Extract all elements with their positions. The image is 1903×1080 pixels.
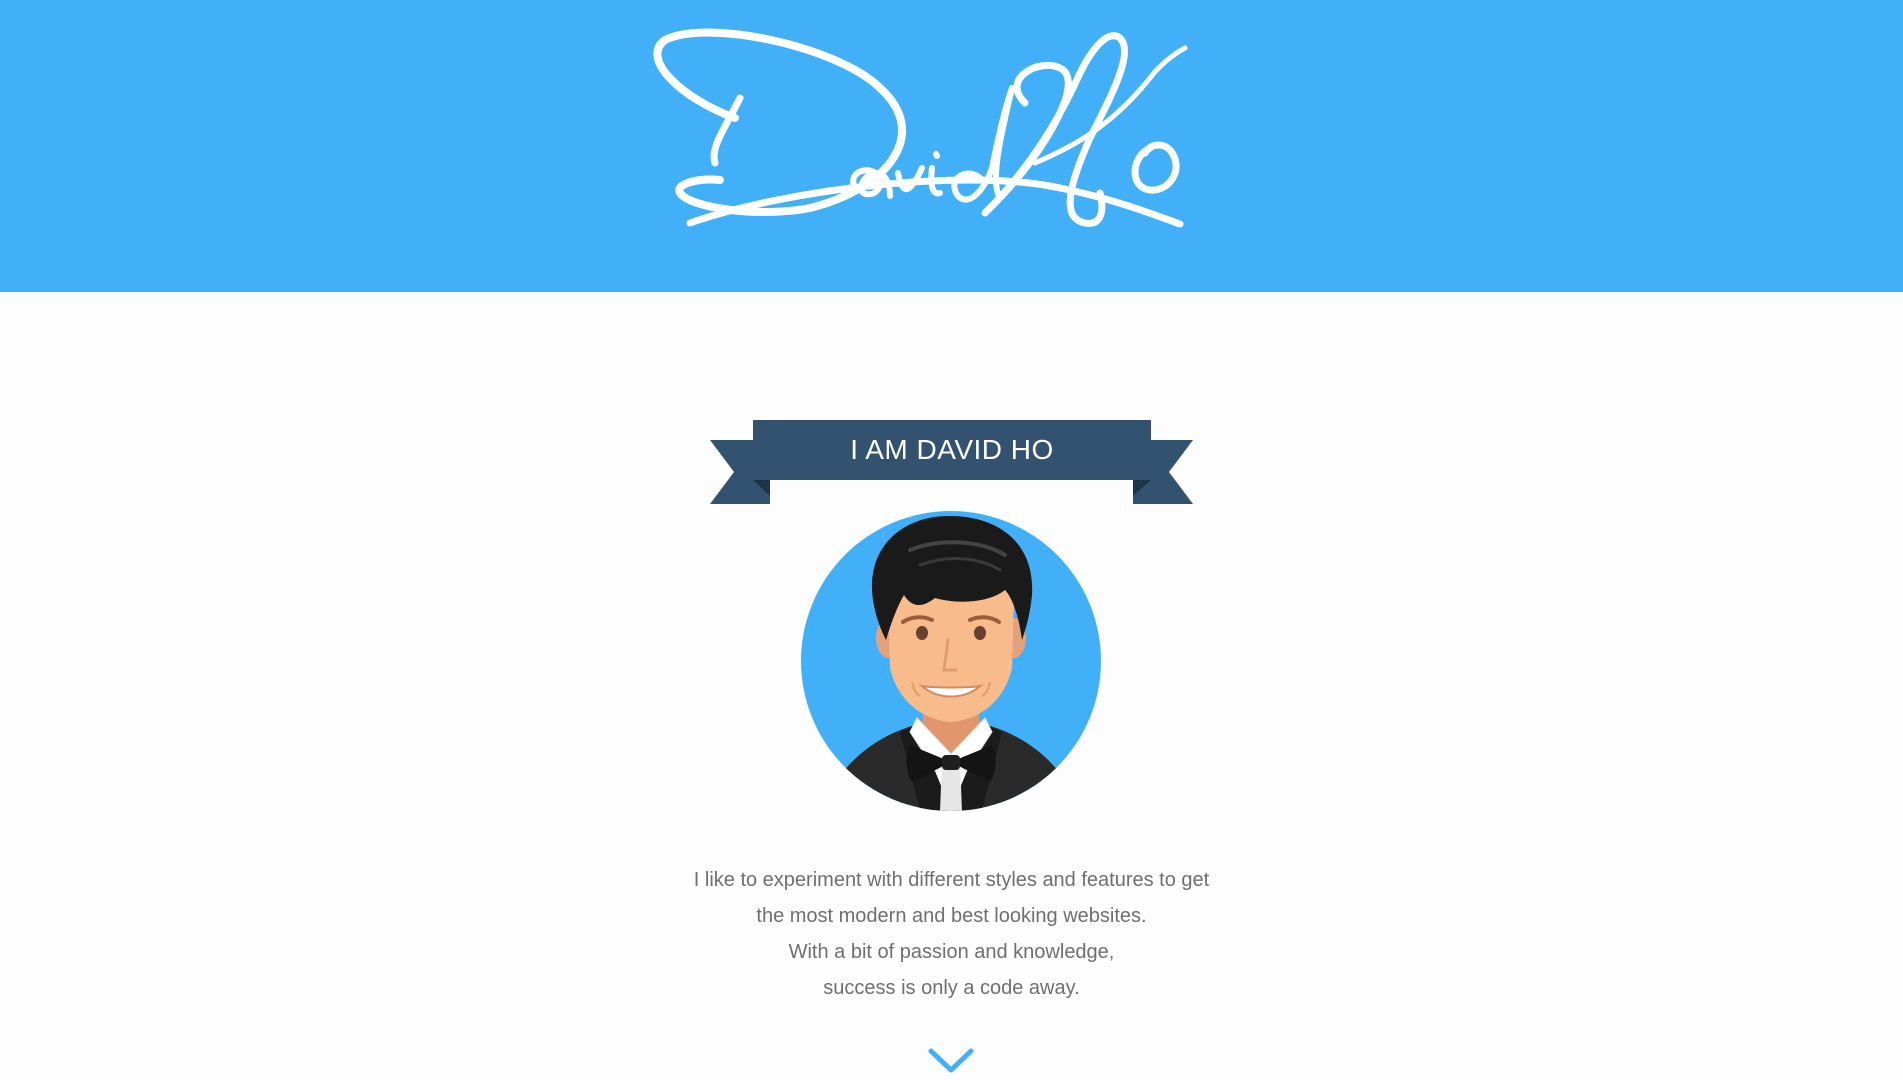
- ribbon-title: I AM DAVID HO: [850, 434, 1054, 465]
- bio-line: With a bit of passion and knowledge,: [788, 941, 1115, 963]
- name-ribbon: I AM DAVID HO: [710, 420, 1193, 504]
- bio-text: I like to experiment with different styl…: [600, 862, 1303, 1006]
- cartoon-man-icon: [801, 511, 1101, 811]
- signature-logo-graphic: [653, 28, 1188, 228]
- bio-line: success is only a code away.: [823, 977, 1080, 999]
- page: I AM DAVID HO I like to experiment with …: [0, 0, 1903, 1080]
- hero-header: [0, 0, 1903, 292]
- scroll-down-button[interactable]: [928, 1046, 974, 1076]
- bio-line: I like to experiment with different styl…: [693, 869, 1210, 891]
- avatar: [800, 510, 1102, 812]
- bio-line: the most modern and best looking website…: [756, 905, 1147, 927]
- signature-logo[interactable]: [640, 18, 1260, 268]
- chevron-down-icon: [928, 1048, 974, 1073]
